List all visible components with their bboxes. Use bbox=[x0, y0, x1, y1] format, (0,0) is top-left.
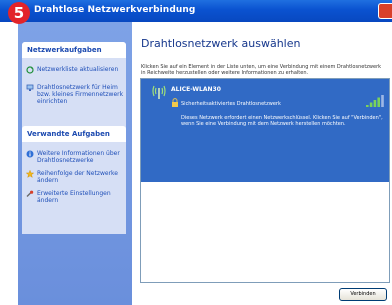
network-name: ALICE-WLAN30 bbox=[171, 86, 221, 93]
page-title: Drahtlosnetzwerk auswählen bbox=[141, 37, 301, 50]
network-list[interactable]: ALICE-WLAN30 Sicherheitsaktiviertes Drah… bbox=[140, 78, 390, 283]
instructions-text: Klicken Sie auf ein Element in der Liste… bbox=[141, 64, 382, 76]
security-status: Sicherheitsaktiviertes Drahtlosnetzwerk bbox=[181, 101, 281, 107]
signal-bar bbox=[369, 102, 373, 107]
wireless-network-icon bbox=[152, 85, 166, 99]
signal-bar bbox=[366, 105, 369, 107]
network-item[interactable]: ALICE-WLAN30 Sicherheitsaktiviertes Drah… bbox=[141, 79, 389, 182]
task-label: Drahtlosnetzwerk für Heim bzw. kleines F… bbox=[37, 84, 124, 105]
sidebar: Netzwerkaufgaben Netzwerkliste aktualisi… bbox=[18, 22, 132, 305]
signal-bar bbox=[373, 100, 377, 107]
step-badge: 5 bbox=[8, 2, 30, 24]
task-label: Weitere Informationen über Drahtlosnetzw… bbox=[37, 150, 120, 164]
info-icon bbox=[26, 150, 34, 158]
main-panel: Drahtlosnetzwerk auswählen Klicken Sie a… bbox=[132, 22, 392, 305]
network-setup-icon bbox=[26, 84, 34, 91]
star-icon bbox=[26, 170, 34, 178]
connect-button[interactable]: Verbinden bbox=[339, 288, 387, 301]
signal-strength-icon bbox=[366, 95, 384, 107]
window-title: Drahtlose Netzwerkverbindung bbox=[34, 5, 196, 15]
task-label: Reihenfolge der Netzwerke ändern bbox=[37, 170, 118, 184]
refresh-icon bbox=[26, 66, 34, 74]
network-detail-text: Dieses Netzwerk erfordert einen Netzwerk… bbox=[181, 115, 383, 127]
signal-bar bbox=[377, 97, 380, 107]
related-tasks-panel: Verwandte Aufgaben Weitere Informationen… bbox=[22, 126, 126, 234]
network-tasks-heading[interactable]: Netzwerkaufgaben bbox=[22, 42, 126, 58]
task-label: Netzwerkliste aktualisieren bbox=[37, 66, 119, 73]
lock-icon bbox=[172, 98, 178, 107]
task-label: Erweiterte Einstellungen ändern bbox=[37, 190, 111, 204]
settings-icon bbox=[26, 190, 34, 197]
signal-bar bbox=[381, 95, 384, 107]
title-bar: Drahtlose Netzwerkverbindung bbox=[0, 0, 392, 22]
close-button[interactable] bbox=[378, 3, 392, 19]
related-tasks-heading[interactable]: Verwandte Aufgaben bbox=[22, 126, 126, 142]
